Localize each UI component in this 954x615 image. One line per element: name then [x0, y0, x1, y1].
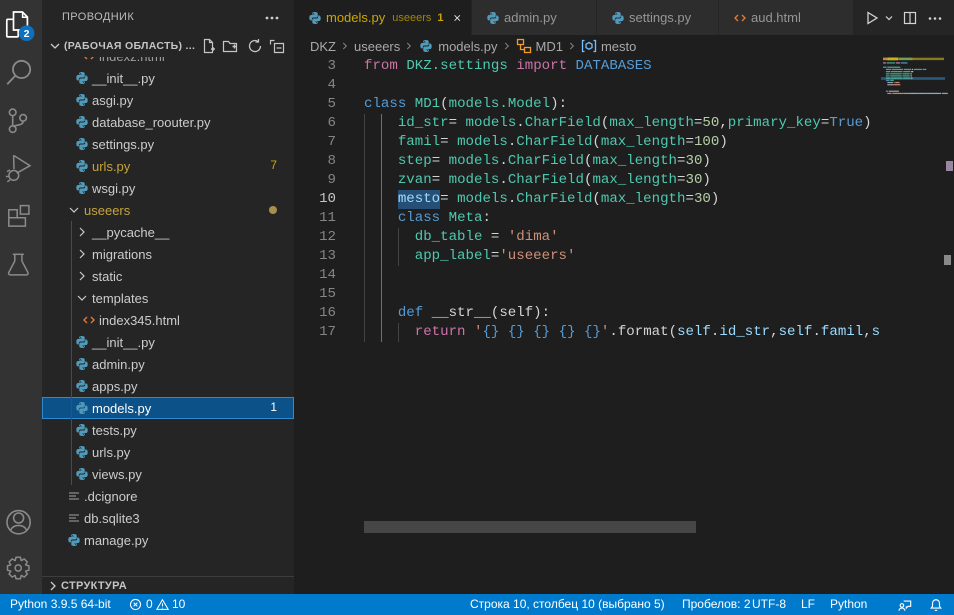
svg-text:2: 2: [24, 28, 30, 40]
